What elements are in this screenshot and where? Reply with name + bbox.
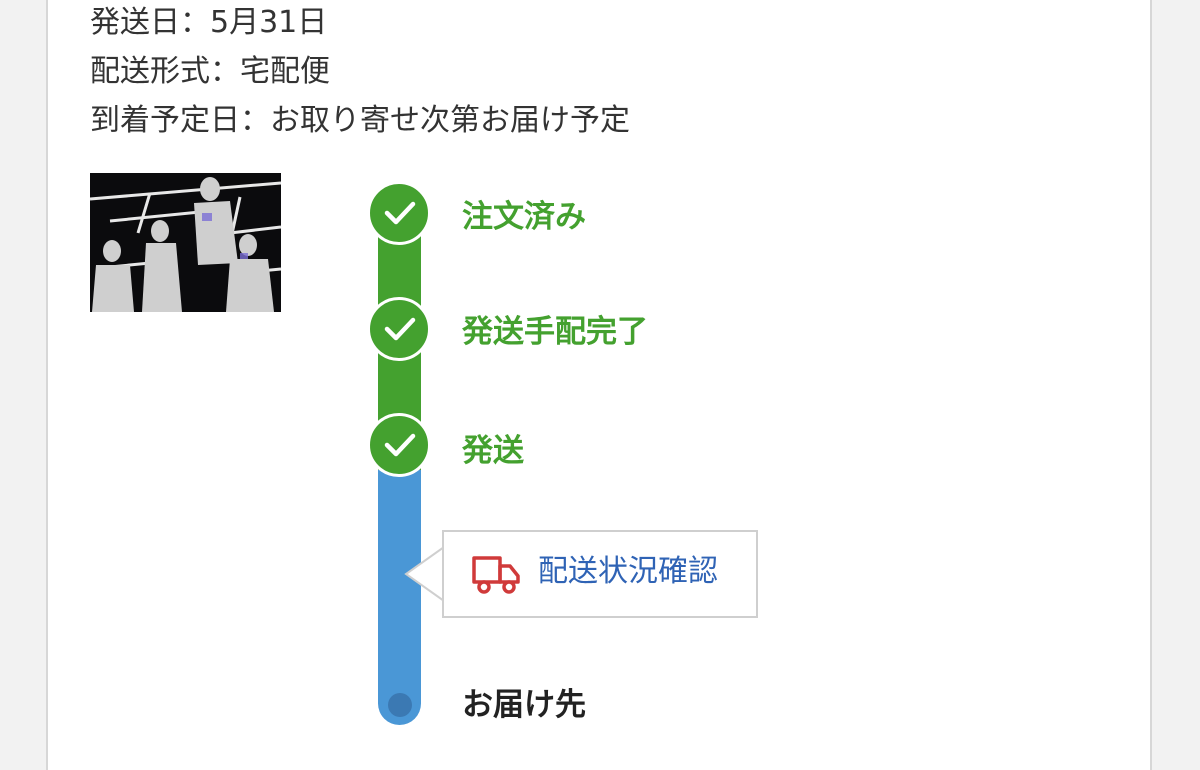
step-shipped-label: 発送 [462,433,524,469]
delivery-method: 配送形式：宅配便 [90,54,330,89]
step-ordered-check-icon [367,181,431,245]
arrival-date: 到着予定日：お取り寄せ次第お届け予定 [90,103,630,138]
step-arranged-check-icon [367,297,431,361]
step-destination-label: お届け先 [462,687,586,723]
callout-pointer-icon [404,547,445,601]
step-arranged-label: 発送手配完了 [462,314,648,350]
step-shipped-check-icon [367,413,431,477]
ship-date: 発送日：5月31日 [90,5,328,40]
product-thumbnail[interactable] [90,173,281,312]
step-ordered-label: 注文済み [462,199,586,235]
delivery-tracking-button[interactable]: 配送状況確認 [442,530,758,618]
step-destination-dot-icon [388,693,412,717]
delivery-tracking-label: 配送状況確認 [538,554,718,589]
truck-icon [472,556,520,594]
